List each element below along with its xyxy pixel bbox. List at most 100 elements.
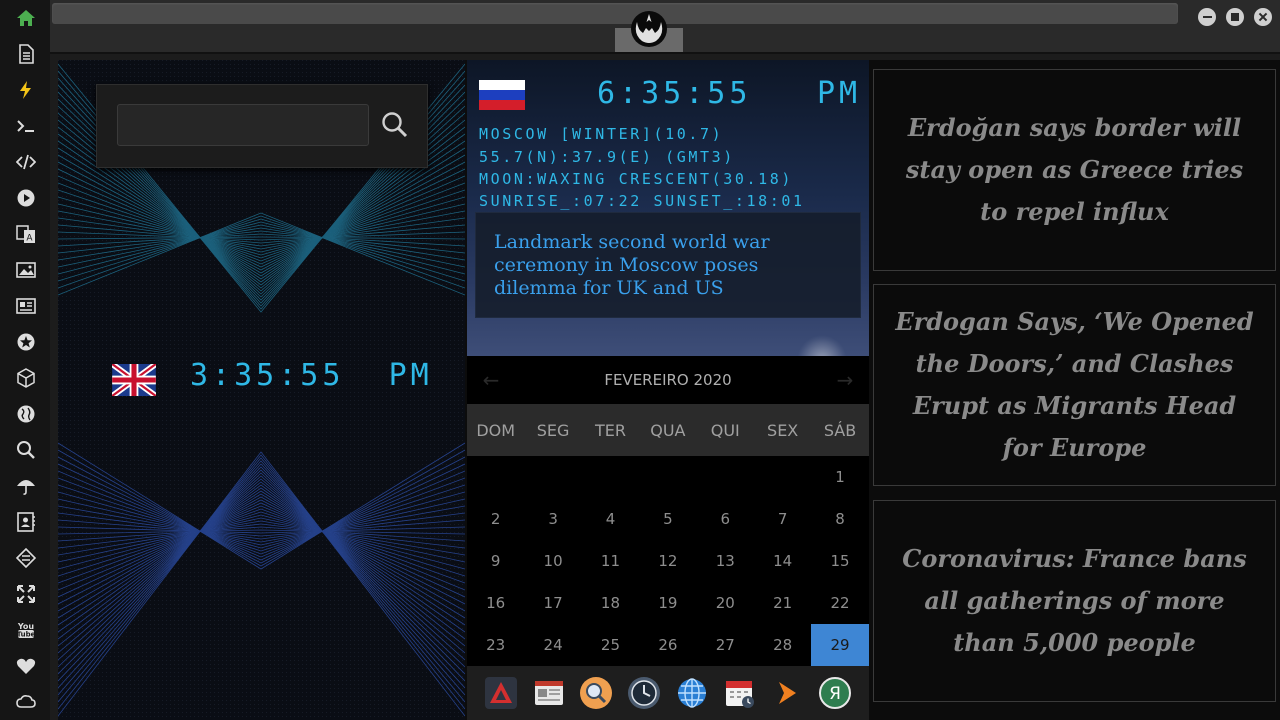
calendar-day[interactable]: 9 <box>467 540 524 582</box>
calendar-day-today[interactable]: 29 <box>811 624 869 666</box>
globe-icon[interactable] <box>13 401 39 427</box>
code-icon[interactable] <box>13 149 39 175</box>
search-input[interactable] <box>117 104 369 146</box>
russia-flag <box>479 80 525 110</box>
contacts-icon[interactable] <box>13 509 39 535</box>
star-badge-icon[interactable] <box>13 329 39 355</box>
maximize-button[interactable] <box>1226 8 1244 26</box>
terminal-icon[interactable] <box>13 113 39 139</box>
rebel-alliance-logo <box>628 8 670 48</box>
uk-clock: 3:35:55 PM <box>190 358 433 393</box>
calendar-day[interactable]: 25 <box>582 624 639 666</box>
calendar: ← FEVEREIRO 2020 → DOM SEG TER QUA QUI S… <box>467 356 869 666</box>
magnifier-icon <box>382 112 408 138</box>
calendar-day[interactable]: 1 <box>811 456 868 498</box>
calendar-day[interactable]: 15 <box>811 540 868 582</box>
russia-clock-time: 6:35:55 <box>597 76 752 111</box>
calendar-day[interactable]: 28 <box>754 624 811 666</box>
svg-text:Tube: Tube <box>17 631 36 639</box>
day-name: TER <box>594 420 626 440</box>
calendar-day[interactable]: 23 <box>467 624 524 666</box>
calendar-day[interactable]: 24 <box>524 624 581 666</box>
magnifier-app-icon[interactable] <box>579 676 613 710</box>
heart-icon[interactable] <box>13 653 39 679</box>
translate-icon[interactable]: A <box>13 221 39 247</box>
arrow-app-icon[interactable] <box>770 676 804 710</box>
calendar-day[interactable]: 21 <box>754 582 811 624</box>
calendar-day[interactable]: 19 <box>639 582 696 624</box>
calendar-day[interactable]: 13 <box>697 540 754 582</box>
dashboard-frame: 3:35:55 PM 6:35:55 PM MOSCOW [WINTER](10… <box>58 60 1280 720</box>
calendar-prev-button[interactable]: ← <box>479 368 503 392</box>
globe-app-icon[interactable] <box>675 676 709 710</box>
fullscreen-icon[interactable] <box>13 581 39 607</box>
calendar-day[interactable]: 10 <box>524 540 581 582</box>
calendar-day[interactable]: 18 <box>582 582 639 624</box>
calendar-day[interactable]: 14 <box>754 540 811 582</box>
calendar-day[interactable]: 27 <box>697 624 754 666</box>
yandex-app-icon[interactable]: Я <box>818 676 852 710</box>
russia-clock-ampm: PM <box>817 76 862 111</box>
image-icon[interactable] <box>13 257 39 283</box>
calendar-day[interactable]: 22 <box>811 582 868 624</box>
calendar-week: 1 <box>467 456 869 498</box>
calendar-day[interactable]: 20 <box>697 582 754 624</box>
minimize-button[interactable] <box>1198 8 1216 26</box>
search-icon[interactable] <box>13 437 39 463</box>
calendar-month-label: FEVEREIRO 2020 <box>604 371 732 389</box>
day-name: SEG <box>536 420 570 440</box>
svg-text:A: A <box>26 234 33 244</box>
lightning-icon[interactable] <box>13 77 39 103</box>
calendar-day[interactable]: 4 <box>582 498 639 540</box>
address-bar[interactable] <box>52 3 1178 24</box>
calendar-day[interactable]: 16 <box>467 582 524 624</box>
russia-clock-panel: 6:35:55 PM MOSCOW [WINTER](10.7) 55.7(N)… <box>467 60 869 356</box>
cloud-icon[interactable] <box>13 689 39 715</box>
news-card[interactable]: Erdogan Says, ‘We Opened the Doors,’ and… <box>873 284 1276 486</box>
document-icon[interactable] <box>13 41 39 67</box>
calendar-day[interactable]: 7 <box>754 498 811 540</box>
news-headline: Erdoğan says border will stay open as Gr… <box>905 113 1244 226</box>
calendar-day <box>639 456 696 498</box>
play-icon[interactable] <box>13 185 39 211</box>
news-headline: Erdogan Says, ‘We Opened the Doors,’ and… <box>895 307 1254 462</box>
calendar-day[interactable]: 26 <box>639 624 696 666</box>
close-button[interactable] <box>1254 8 1272 26</box>
russia-headline[interactable]: Landmark second world war ceremony in Mo… <box>475 212 861 318</box>
top-bar <box>50 0 1280 54</box>
calendar-day[interactable]: 11 <box>582 540 639 582</box>
clock-app-icon[interactable] <box>627 676 661 710</box>
cube-icon[interactable] <box>13 365 39 391</box>
news-card[interactable]: Coronavirus: France bans all gatherings … <box>873 500 1276 702</box>
calendar-day <box>524 456 581 498</box>
calendar-day[interactable]: 17 <box>524 582 581 624</box>
calendar-day[interactable]: 12 <box>639 540 696 582</box>
umbrella-icon[interactable] <box>13 473 39 499</box>
search-button[interactable] <box>377 107 413 143</box>
desktop: A You Tube 3:35:55 PM 6:35:55 PM MOSCOW … <box>0 0 1280 720</box>
news-headline: Coronavirus: France bans all gatherings … <box>902 544 1247 657</box>
russia-coordinates: 55.7(N):37.9(E) (GMT3) <box>479 148 735 166</box>
exchange-icon[interactable] <box>13 545 39 571</box>
yandex-letter: Я <box>829 684 841 704</box>
day-name: SEX <box>767 420 799 440</box>
news-reader-icon[interactable] <box>532 676 566 710</box>
red-triangle-app-icon[interactable] <box>484 676 518 710</box>
calendar-day <box>697 456 754 498</box>
news-card[interactable]: Erdoğan says border will stay open as Gr… <box>873 69 1276 271</box>
russia-sun-times: SUNRISE_:07:22 SUNSET_:18:01 <box>479 192 805 210</box>
calendar-day[interactable]: 8 <box>811 498 868 540</box>
calendar-day <box>754 456 811 498</box>
newspaper-icon[interactable] <box>13 293 39 319</box>
calendar-day[interactable]: 2 <box>467 498 524 540</box>
calendar-day[interactable]: 5 <box>639 498 696 540</box>
calendar-day <box>467 456 524 498</box>
app-dock: Я <box>467 666 869 720</box>
calendar-next-button[interactable]: → <box>833 368 857 392</box>
home-icon[interactable] <box>13 5 39 31</box>
youtube-icon[interactable]: You Tube <box>13 617 39 643</box>
uk-clock-panel: 3:35:55 PM <box>58 60 465 720</box>
calendar-app-icon[interactable] <box>723 676 757 710</box>
calendar-day[interactable]: 6 <box>697 498 754 540</box>
calendar-day[interactable]: 3 <box>524 498 581 540</box>
